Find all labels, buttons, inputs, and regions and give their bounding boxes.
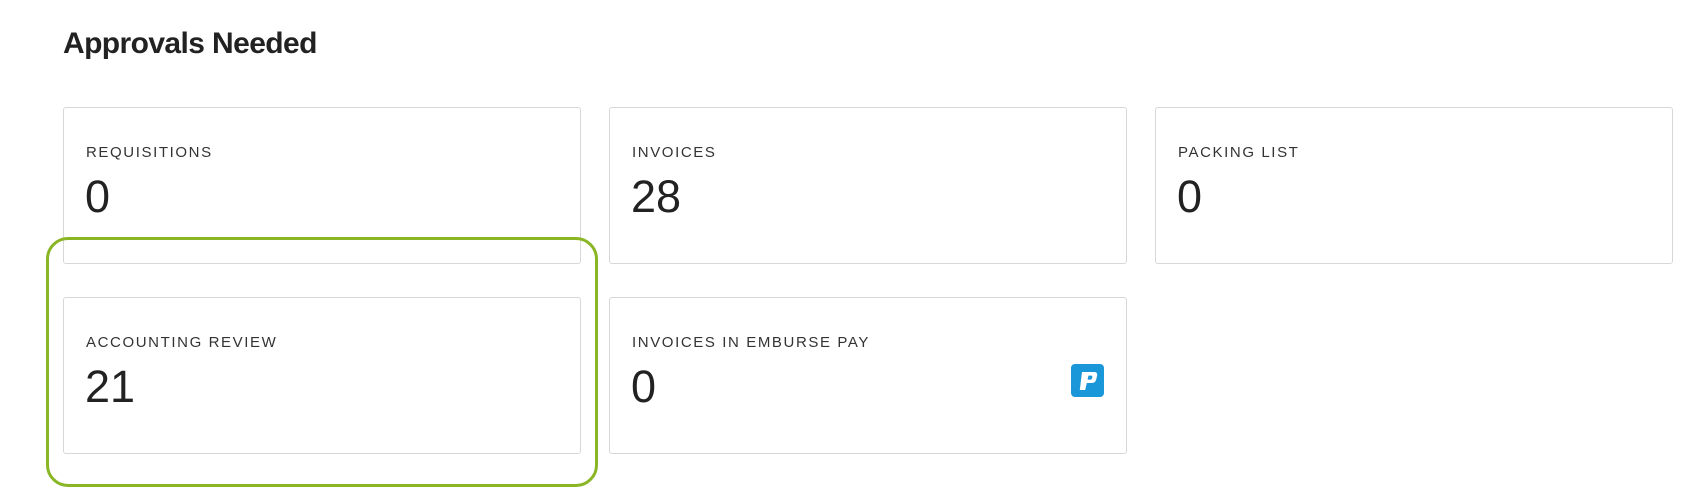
tile-label: INVOICES IN EMBURSE PAY: [632, 334, 870, 351]
tile-label: INVOICES: [632, 144, 717, 161]
tile-count: 0: [631, 361, 657, 412]
emburse-pay-icon: [1071, 364, 1104, 397]
page-title: Approvals Needed: [63, 27, 317, 60]
tile-invoices[interactable]: INVOICES 28: [609, 107, 1127, 264]
tile-packing-list[interactable]: PACKING LIST 0: [1155, 107, 1673, 264]
tile-count: 28: [631, 171, 682, 222]
tile-requisitions[interactable]: REQUISITIONS 0: [63, 107, 581, 264]
tile-label: PACKING LIST: [1178, 144, 1300, 161]
tile-label: REQUISITIONS: [86, 144, 213, 161]
tile-count: 21: [85, 361, 136, 412]
tile-invoices-in-emburse-pay[interactable]: INVOICES IN EMBURSE PAY 0: [609, 297, 1127, 454]
tile-count: 0: [1177, 171, 1203, 222]
tile-accounting-review[interactable]: ACCOUNTING REVIEW 21: [63, 297, 581, 454]
tile-label: ACCOUNTING REVIEW: [86, 334, 278, 351]
tile-count: 0: [85, 171, 111, 222]
